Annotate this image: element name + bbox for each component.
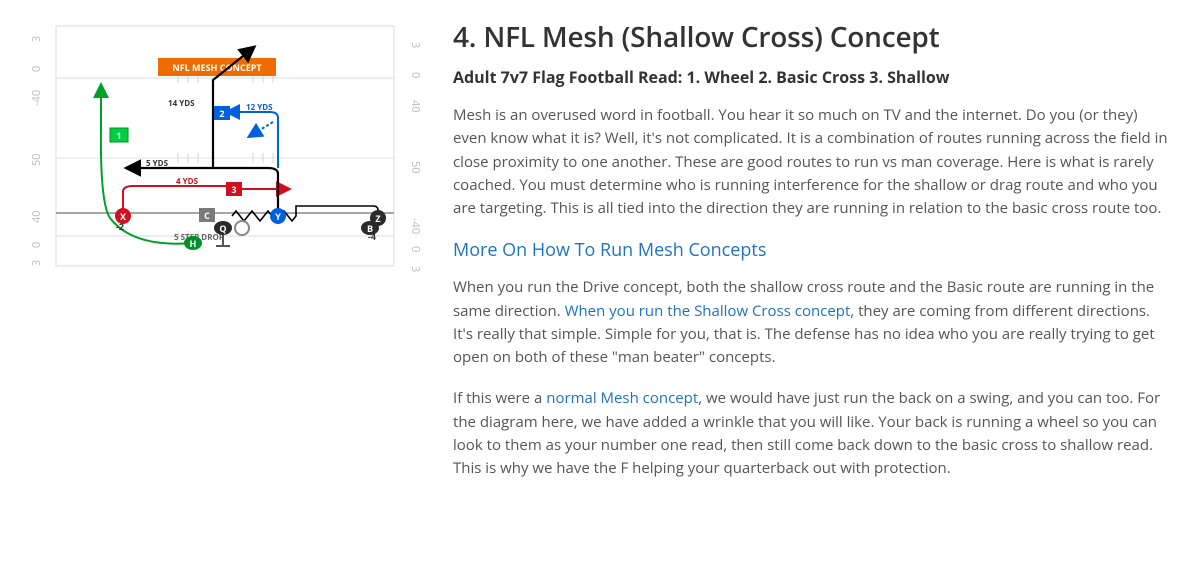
paragraph-3: If this were a normal Mesh concept, we w…	[453, 387, 1172, 480]
player-x: X	[120, 210, 126, 223]
player-b: B	[367, 222, 373, 235]
yard-num: 0	[408, 72, 423, 78]
player-3: 3	[231, 183, 236, 196]
shallow-cross-link[interactable]: When you run the Shallow Cross concept,	[565, 301, 855, 321]
yds-12: 12 YDS	[246, 102, 273, 113]
yard-num: 50	[29, 153, 44, 166]
yard-num: 0	[29, 242, 44, 248]
article-subheading: Adult 7v7 Flag Football Read: 1. Wheel 2…	[453, 66, 1172, 88]
article-column: 4. NFL Mesh (Shallow Cross) Concept Adul…	[453, 18, 1172, 570]
p3a-text: If this were a	[453, 388, 546, 408]
paragraph-1: Mesh is an overused word in football. Yo…	[453, 104, 1172, 220]
player-2: 2	[219, 107, 224, 120]
player-1: 1	[116, 129, 121, 142]
yard-num: 0	[408, 246, 423, 252]
yds-4: 4 YDS	[176, 176, 199, 187]
article-heading: 4. NFL Mesh (Shallow Cross) Concept	[453, 18, 1172, 56]
player-q: Q	[219, 222, 226, 235]
yard-num: 0	[29, 66, 44, 72]
yard-num: 3	[29, 36, 44, 42]
yds-14: 14 YDS	[168, 98, 195, 109]
player-y: Y	[275, 210, 281, 223]
player-c: C	[204, 209, 210, 222]
mesh-concepts-link[interactable]: More On How To Run Mesh Concepts	[453, 238, 766, 262]
player-h: H	[190, 237, 197, 250]
yard-num: 40	[408, 100, 423, 113]
player-z: Z	[375, 212, 380, 225]
yds-5: 5 YDS	[146, 158, 169, 169]
yard-num: 50	[408, 161, 423, 174]
yard-num: 3	[408, 42, 423, 48]
diagram-column: 3 0 -40 50 40 0 3 3 0 40 50 -40 0 3 NFL …	[28, 18, 423, 570]
play-diagram: 3 0 -40 50 40 0 3 3 0 40 50 -40 0 3 NFL …	[28, 18, 423, 273]
paragraph-2: When you run the Drive concept, both the…	[453, 276, 1172, 369]
yard-num: 3	[29, 260, 44, 266]
yard-num: 3	[408, 266, 423, 272]
yard-num: -40	[408, 218, 423, 234]
yard-num: -40	[29, 90, 44, 106]
yard-num: 40	[29, 210, 44, 223]
concept-badge-text: NFL MESH CONCEPT	[172, 61, 262, 74]
normal-mesh-link[interactable]: normal Mesh concept	[546, 388, 698, 408]
